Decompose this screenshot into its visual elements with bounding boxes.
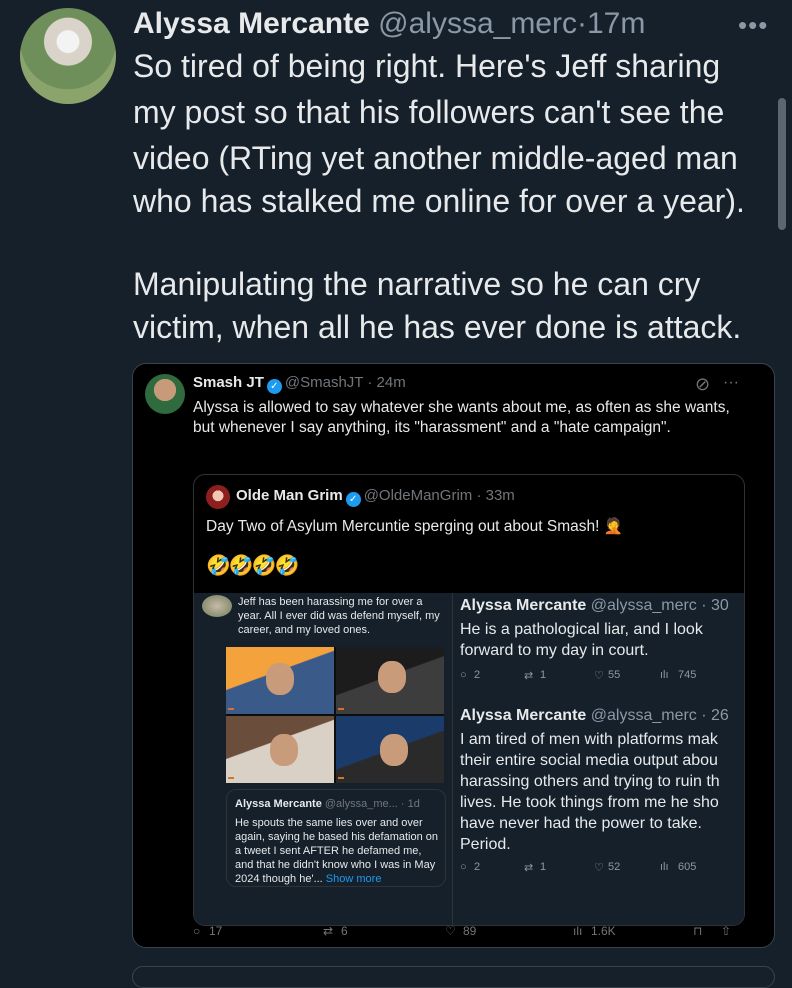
scrollbar[interactable] bbox=[778, 98, 786, 230]
verified-badge-icon: ✓ bbox=[345, 492, 361, 507]
like-icon: ♡ bbox=[594, 862, 604, 874]
more-icon[interactable]: ••• bbox=[738, 10, 768, 41]
embed-action-bar: ○ 17 ⇄ 6 ♡ 89 ılı 1.6K ⊓ ⇧ bbox=[193, 924, 753, 944]
media-right-panel: Alyssa Mercante @alyssa_merc · 30 He is … bbox=[456, 593, 744, 925]
inner-text: Jeff has been harassing me for over a ye… bbox=[238, 596, 440, 636]
quote-header: Olde Man Grim ✓ @OldeManGrim · 33m bbox=[236, 487, 515, 507]
inner-quote-handle: @alyssa_me... · 1d bbox=[324, 798, 420, 810]
next-post-card[interactable] bbox=[132, 966, 775, 988]
reply2-text: I am tired of men with platforms mak the… bbox=[460, 731, 720, 853]
reply1-text: He is a pathological liar, and I look fo… bbox=[460, 621, 703, 659]
inner-avatar bbox=[202, 595, 232, 617]
grok-icon: ⊘ bbox=[695, 374, 711, 394]
inner-quote: Alyssa Mercante @alyssa_me... · 1d He sp… bbox=[226, 789, 446, 887]
reply2-likes: 52 bbox=[608, 861, 621, 873]
author-avatar[interactable] bbox=[20, 8, 116, 104]
post-line: who has stalked me online for over a yea… bbox=[133, 183, 745, 219]
views-icon: ılı bbox=[660, 669, 669, 681]
embed-time: · 24m bbox=[367, 374, 406, 391]
reply-icon: ○ bbox=[460, 861, 467, 873]
reply2-reposts: 1 bbox=[540, 861, 547, 873]
post-line: victim, when all he has ever done is att… bbox=[133, 309, 742, 345]
embed-reposts: 6 bbox=[341, 924, 348, 938]
reply2-views: 605 bbox=[678, 861, 697, 873]
reply1-likes: 55 bbox=[608, 669, 621, 681]
reply1-header: Alyssa Mercante @alyssa_merc · 30 bbox=[460, 597, 729, 615]
verified-badge-icon: ✓ bbox=[266, 379, 282, 394]
embedded-screenshot[interactable]: Smash JT ✓ @SmashJT · 24m ⊘ ··· Alyssa is … bbox=[132, 363, 775, 948]
quote-author-handle: @OldeManGrim bbox=[363, 487, 473, 504]
video-cell bbox=[226, 647, 334, 714]
embed-replies: 17 bbox=[209, 924, 223, 938]
reply2-metrics: ○ 2 ⇄ 1 ♡ 52 ılı 605 bbox=[460, 861, 740, 875]
embed-author-handle: @SmashJT bbox=[284, 374, 364, 391]
embed-text: Alyssa is allowed to say whatever she wa… bbox=[193, 399, 730, 436]
post-line: video (RTing yet another middle-aged man bbox=[133, 140, 738, 176]
reply2-header: Alyssa Mercante @alyssa_merc · 26 bbox=[460, 707, 729, 725]
reply-icon: ○ bbox=[460, 669, 467, 681]
embed-views: 1.6K bbox=[591, 924, 616, 938]
views-icon: ılı bbox=[660, 861, 669, 873]
like-icon: ♡ bbox=[594, 670, 604, 682]
embed-header: Smash JT ✓ @SmashJT · 24m bbox=[193, 374, 406, 394]
inner-quote-header: Alyssa Mercante @alyssa_me... · 1d bbox=[235, 798, 420, 810]
inner-quote-body: He spouts the same lies over and over ag… bbox=[235, 816, 439, 886]
embed-author-name: Smash JT bbox=[193, 374, 264, 391]
reply1-replies: 2 bbox=[474, 669, 481, 681]
reply-icon: ○ bbox=[193, 924, 201, 938]
reply1-metrics: ○ 2 ⇄ 1 ♡ 55 ılı 745 bbox=[460, 669, 740, 683]
reply1-reposts: 1 bbox=[540, 669, 547, 681]
bookmark-icon: ⊓ bbox=[693, 924, 703, 938]
post-line: So tired of being right. Here's Jeff sha… bbox=[133, 48, 721, 84]
embed-more-icon: ··· bbox=[723, 374, 739, 391]
repost-icon: ⇄ bbox=[524, 670, 534, 682]
quoted-tweet: Olde Man Grim ✓ @OldeManGrim · 33m Day Two… bbox=[193, 474, 745, 926]
author-name[interactable]: Alyssa Mercante bbox=[133, 7, 370, 40]
embed-likes: 89 bbox=[463, 924, 477, 938]
post-header: Alyssa Mercante @alyssa_merc·17m bbox=[133, 6, 645, 42]
post-time[interactable]: 17m bbox=[587, 7, 645, 40]
quote-emoji: 🤣🤣🤣🤣 bbox=[206, 555, 300, 577]
reply1-views: 745 bbox=[678, 669, 697, 681]
reply2-name: Alyssa Mercante bbox=[460, 707, 587, 724]
olde-avatar bbox=[206, 485, 230, 509]
repost-icon: ⇄ bbox=[323, 924, 334, 938]
reply2-replies: 2 bbox=[474, 861, 481, 873]
reply1-name: Alyssa Mercante bbox=[460, 597, 587, 614]
views-icon: ılı bbox=[573, 924, 583, 938]
smash-avatar bbox=[145, 374, 185, 414]
quote-media: Jeff has been harassing me for over a ye… bbox=[194, 593, 744, 925]
share-icon: ⇧ bbox=[721, 924, 732, 938]
quote-time: · 33m bbox=[476, 487, 515, 504]
like-icon: ♡ bbox=[445, 924, 456, 938]
show-more-link: Show more bbox=[325, 873, 382, 885]
reply2-handle: @alyssa_merc · 26 bbox=[590, 707, 729, 724]
post-line: my post so that his followers can't see … bbox=[133, 94, 725, 130]
separator: · bbox=[576, 7, 587, 40]
video-cell bbox=[336, 716, 444, 783]
quote-author-name: Olde Man Grim bbox=[236, 487, 343, 504]
repost-icon: ⇄ bbox=[524, 862, 534, 874]
inner-quote-name: Alyssa Mercante bbox=[235, 798, 322, 810]
reply1-handle: @alyssa_merc · 30 bbox=[590, 597, 729, 614]
post-line: Manipulating the narrative so he can cry bbox=[133, 266, 701, 302]
author-handle[interactable]: @alyssa_merc bbox=[378, 7, 577, 40]
video-cell bbox=[336, 647, 444, 714]
video-collage bbox=[226, 647, 444, 783]
quote-text: Day Two of Asylum Mercuntie sperging out… bbox=[206, 518, 624, 535]
media-left-panel: Jeff has been harassing me for over a ye… bbox=[194, 593, 453, 925]
video-cell bbox=[226, 716, 334, 783]
